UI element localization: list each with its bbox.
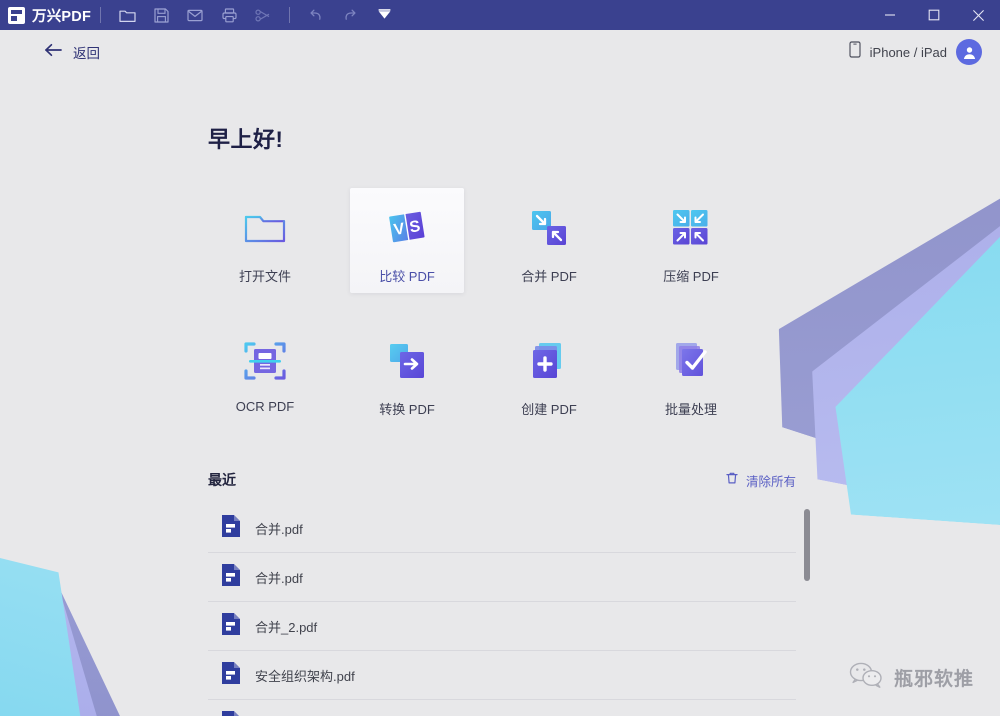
merge-arrows-icon — [525, 204, 573, 252]
tool-grid: 打开文件 V S 比较 PDF 合并 PDF 压缩 PDF OCR PDF 转换… — [208, 188, 788, 426]
tool-open-file[interactable]: 打开文件 — [208, 188, 322, 293]
tool-label: 压缩 PDF — [663, 269, 719, 284]
tool-compress-pdf[interactable]: 压缩 PDF — [634, 188, 748, 293]
wechat-icon — [849, 661, 883, 694]
pdf-file-icon — [222, 661, 240, 689]
toolbar-divider-1 — [100, 7, 101, 23]
file-list-scrollbar[interactable] — [804, 509, 810, 716]
toolbar-divider-2 — [289, 7, 290, 23]
share-icon[interactable] — [246, 0, 280, 30]
file-name: 合并_2.pdf — [255, 619, 318, 635]
file-name: 安全组织架构.pdf — [255, 668, 355, 684]
create-plus-icon — [525, 337, 573, 385]
save-icon[interactable] — [144, 0, 178, 30]
tool-convert-pdf[interactable]: 转换 PDF — [350, 321, 464, 426]
email-icon[interactable] — [178, 0, 212, 30]
pdf-file-icon — [222, 710, 240, 716]
open-file-icon[interactable] — [110, 0, 144, 30]
pdf-file-icon — [222, 612, 240, 640]
list-item[interactable]: 合并_2.pdf — [208, 602, 796, 651]
recent-title: 最近 — [208, 472, 236, 488]
compare-vs-icon: V S — [383, 204, 431, 252]
close-icon[interactable] — [956, 0, 1000, 30]
ocr-scan-icon — [241, 337, 289, 385]
list-item[interactable]: 安全组织架构.pdf — [208, 651, 796, 700]
scrollbar-thumb[interactable] — [804, 509, 810, 581]
window-controls — [868, 0, 1000, 30]
tool-ocr-pdf[interactable]: OCR PDF — [208, 321, 322, 426]
tool-label: 打开文件 — [238, 269, 291, 284]
recent-header: 最近 清除所有 — [208, 470, 796, 490]
title-bar: 万兴PDF — [0, 0, 1000, 30]
file-name: 合并.pdf — [255, 521, 303, 537]
print-icon[interactable] — [212, 0, 246, 30]
folder-open-icon — [241, 204, 289, 252]
recent-file-list: 合并.pdf 合并.pdf 合并_2.pdf 安全组织架构.pdf — [208, 504, 810, 716]
more-dropdown-icon[interactable] — [367, 0, 401, 30]
phone-icon — [849, 41, 861, 63]
tool-row-2: OCR PDF 转换 PDF 创建 PDF 批量处理 — [208, 321, 788, 426]
user-avatar-icon[interactable] — [956, 39, 982, 65]
file-name: 合并.pdf — [255, 570, 303, 586]
tool-label: 批量处理 — [664, 402, 717, 417]
tool-create-pdf[interactable]: 创建 PDF — [492, 321, 606, 426]
convert-arrow-icon — [383, 337, 431, 385]
trash-icon — [725, 471, 739, 490]
back-button-label: 返回 — [73, 46, 100, 61]
tool-label: 比较 PDF — [379, 269, 435, 284]
pdf-file-icon — [222, 514, 240, 542]
app-brand: 万兴PDF — [0, 5, 91, 26]
watermark: 瓶邪软推 — [849, 661, 974, 694]
arrow-left-icon — [44, 43, 64, 62]
sub-header: 返回 iPhone / iPad — [0, 30, 1000, 74]
tool-compare-pdf[interactable]: V S 比较 PDF — [350, 188, 464, 293]
list-item[interactable]: 合并_1.pdf — [208, 700, 796, 716]
clear-all-label: 清除所有 — [745, 474, 796, 489]
watermark-text: 瓶邪软推 — [893, 669, 974, 690]
undo-icon[interactable] — [299, 0, 333, 30]
redo-icon[interactable] — [333, 0, 367, 30]
tool-label: 转换 PDF — [379, 402, 435, 417]
device-label[interactable]: iPhone / iPad — [870, 45, 947, 60]
clear-all-button[interactable]: 清除所有 — [725, 471, 796, 490]
maximize-icon[interactable] — [912, 0, 956, 30]
minimize-icon[interactable] — [868, 0, 912, 30]
title-toolbar — [110, 0, 401, 30]
tool-label: 创建 PDF — [521, 402, 577, 417]
back-button[interactable]: 返回 — [44, 42, 100, 62]
list-item[interactable]: 合并.pdf — [208, 504, 796, 553]
tool-merge-pdf[interactable]: 合并 PDF — [492, 188, 606, 293]
sub-header-right: iPhone / iPad — [849, 39, 982, 65]
tool-row-1: 打开文件 V S 比较 PDF 合并 PDF 压缩 PDF — [208, 188, 788, 293]
tool-label: 合并 PDF — [521, 269, 577, 284]
tool-label: OCR PDF — [235, 399, 295, 414]
page-title: 早上好! — [208, 127, 284, 152]
main-content: 早上好! 打开文件 V S 比较 PDF 合并 PDF 压缩 PDF OCR P… — [0, 122, 1000, 716]
wondershare-logo-icon — [8, 6, 25, 24]
pdf-file-icon — [222, 563, 240, 591]
app-name: 万兴PDF — [32, 8, 91, 25]
compress-arrows-icon — [667, 204, 715, 252]
tool-batch-process[interactable]: 批量处理 — [634, 321, 748, 426]
batch-check-icon — [667, 337, 715, 385]
list-item[interactable]: 合并.pdf — [208, 553, 796, 602]
